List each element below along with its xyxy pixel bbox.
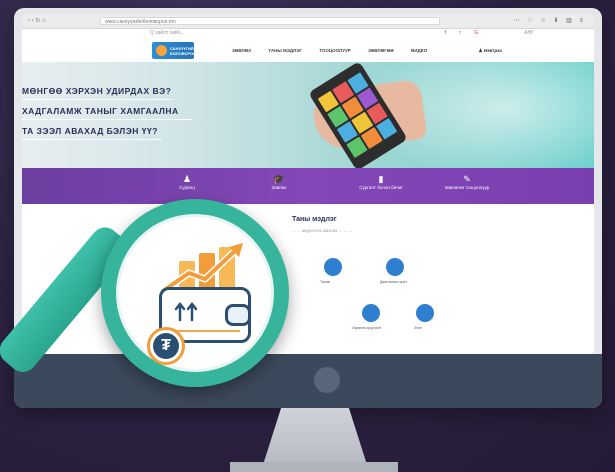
service-label: Даатгалын гэрээ (380, 280, 407, 284)
menu-item-knowledge[interactable]: ТАНЫ МЭДЛЭГ (268, 48, 302, 53)
hero-line-3: ТА ЗЭЭЛ АВАХАД БЭЛЭН ҮҮ? (22, 126, 158, 136)
facebook-icon[interactable]: f (445, 30, 452, 36)
pen-icon: ✎ (463, 174, 471, 184)
logo-text: САНХҮҮГИЙН БОЛОВСРОЛ (170, 46, 197, 56)
hero-line-2: ХАДГАЛАМЖ ТАНЫГ ХАМГААЛНА (22, 106, 179, 116)
service-label: Хөрөнгө оруулалт (352, 326, 382, 330)
menu-item-calculator[interactable]: ТООЦООЛУУР (319, 48, 351, 53)
feature-label: Сургалт болон бичиг (359, 185, 403, 190)
feature-item-calculator[interactable]: ✎ Зөвлөгөө тооцоолуур (432, 174, 502, 190)
service-label: Зээл (414, 326, 422, 330)
hero-divider (22, 99, 172, 100)
magnifier-lens: ₮ (116, 214, 274, 372)
address-bar[interactable]: www.санхүүгийнболовсрол.mn (100, 17, 440, 25)
google-plus-icon[interactable]: G (474, 30, 484, 36)
logo-mark-icon (156, 45, 167, 56)
section-subtitle: ... ... мэдлэгээ шалгах ... ... ... (292, 228, 353, 233)
feature-label: Суралц (179, 185, 195, 190)
site-search-input[interactable]: Q хайлт хийх... (150, 30, 185, 36)
twitter-icon[interactable]: t (459, 30, 466, 36)
wallet-stripe (170, 330, 240, 332)
menu-item-tips[interactable]: ЗӨВЛӨГӨӨ (368, 48, 394, 53)
currency-symbol: ₮ (153, 333, 179, 359)
browser-nav-controls[interactable]: ‹ › ↻ ⌂ (28, 17, 46, 24)
feature-label: Зөвлөх (271, 185, 287, 190)
document-icon: ▮ (378, 174, 384, 184)
feature-item-learn[interactable]: ♟ Суралц (152, 174, 222, 190)
hero-banner: МӨНГӨӨ ХЭРХЭН УДИРДАХ ВЭ? ХАДГАЛАМЖ ТАНЫ… (22, 62, 594, 168)
tugrik-coin-icon: ₮ (147, 327, 185, 365)
magnifying-glass: ₮ (101, 199, 289, 387)
login-link[interactable]: ♟ Нэвтрэх (478, 48, 502, 54)
loan-service-icon[interactable] (416, 304, 434, 322)
language-switch[interactable]: АНГ (524, 30, 534, 36)
insurance-service-icon[interactable] (386, 258, 404, 276)
site-navbar: САНХҮҮГИЙН БОЛОВСРОЛ ЗӨВЛӨХ ТАНЫ МЭДЛЭГ … (22, 39, 594, 64)
browser-toolbar: ‹ › ↻ ⌂ www.санхүүгийнболовсрол.mn ⋯ ♡ ☆… (22, 14, 594, 29)
menu-item-advisor[interactable]: ЗӨВЛӨХ (232, 48, 251, 53)
investment-service-icon[interactable] (362, 304, 380, 322)
feature-item-training[interactable]: ▮ Сургалт болон бичиг (346, 174, 416, 190)
service-label: Төсөв (320, 280, 330, 284)
site-topbar: Q хайлт хийх... f t G АНГ (22, 29, 594, 39)
feature-bar: ♟ Суралц 🎓 Зөвлөх ▮ Сургалт болон бичиг … (22, 168, 594, 204)
site-logo[interactable]: САНХҮҮГИЙН БОЛОВСРОЛ (152, 42, 197, 59)
graduation-cap-icon: 🎓 (273, 174, 285, 184)
section-title: Таны мэдлэг (292, 216, 337, 223)
browser-toolbar-icons[interactable]: ⋯ ♡ ☆ ⬇ ▥ ≡ (514, 17, 586, 24)
monitor: ‹ › ↻ ⌂ www.санхүүгийнболовсрол.mn ⋯ ♡ ☆… (14, 8, 602, 408)
main-menu: ЗӨВЛӨХ ТАНЫ МЭДЛЭГ ТООЦООЛУУР ЗӨВЛӨГӨӨ В… (232, 48, 443, 53)
up-arrows-icon (174, 301, 198, 322)
menu-item-video[interactable]: ВИДЕО (411, 48, 427, 53)
budget-service-icon[interactable] (324, 258, 342, 276)
power-button (314, 367, 340, 393)
hero-divider (22, 139, 162, 140)
feature-label: Зөвлөгөө тооцоолуур (444, 185, 490, 190)
hero-divider (22, 119, 192, 120)
monitor-base (230, 462, 398, 472)
social-links: f t G (445, 30, 484, 36)
feature-item-advisor[interactable]: 🎓 Зөвлөх (244, 174, 314, 190)
hero-line-1: МӨНГӨӨ ХЭРХЭН УДИРДАХ ВЭ? (22, 86, 172, 96)
user-icon: ♟ (182, 174, 192, 184)
monitor-chin (14, 354, 602, 408)
wallet-clasp (225, 304, 251, 326)
